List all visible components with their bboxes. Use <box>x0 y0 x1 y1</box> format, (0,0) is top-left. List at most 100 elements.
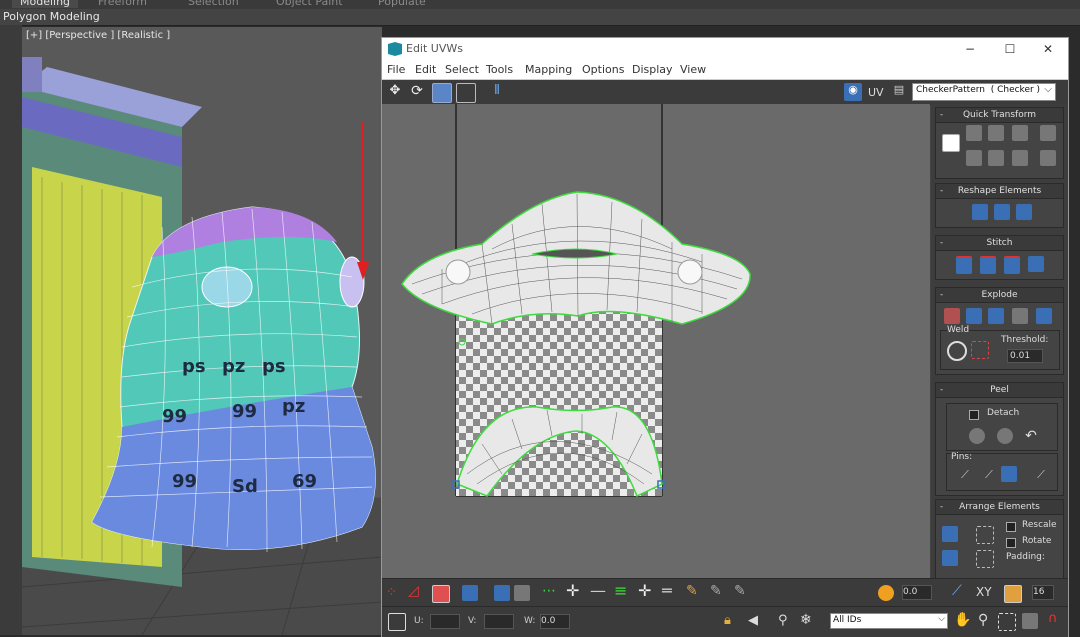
rotate-90-icon[interactable] <box>1012 150 1028 166</box>
weld-target-icon[interactable] <box>971 341 989 359</box>
rotate-tool-icon[interactable]: ⟳ <box>408 83 426 101</box>
paint-size-icon[interactable]: ✎ <box>734 583 746 599</box>
polygon-mode-icon[interactable] <box>432 585 450 603</box>
paint-select-icon[interactable]: ✎ <box>686 583 698 599</box>
falloff-type-icon[interactable]: ⟋ <box>952 583 962 599</box>
pack-together-icon[interactable] <box>942 550 958 566</box>
freeform-tool-icon[interactable] <box>456 83 476 103</box>
auto-pin-icon[interactable] <box>1001 466 1017 482</box>
material-id-dropdown[interactable]: All IDs ⌵ <box>830 613 948 629</box>
zoom-extents-icon[interactable] <box>1022 613 1038 629</box>
texture-dropdown[interactable]: CheckerPattern ( Checker ) ⌵ <box>912 83 1056 101</box>
absolute-mode-icon[interactable] <box>388 613 406 631</box>
explode-smoothing-icon[interactable] <box>944 308 960 324</box>
minimize-button[interactable]: − <box>962 41 978 57</box>
loop-icon[interactable]: ⋯ <box>542 583 556 599</box>
flatten-icon[interactable] <box>1012 308 1028 324</box>
edit-pins-icon[interactable]: ⟋ <box>957 468 973 484</box>
shrink-loop-icon[interactable]: — <box>590 581 606 600</box>
grid-snap-icon[interactable] <box>1004 585 1022 603</box>
texture-list-icon[interactable]: ▤ <box>890 83 908 101</box>
rollout-header[interactable]: - Peel <box>936 383 1063 398</box>
maximize-button[interactable]: ☐ <box>1002 41 1018 57</box>
rollout-header[interactable]: - Explode <box>936 288 1063 303</box>
close-button[interactable]: ✕ <box>1040 41 1056 57</box>
grid-size-field[interactable]: 16 <box>1032 585 1054 600</box>
threshold-spinner[interactable]: 0.01 <box>1007 349 1043 363</box>
rotate-checkbox[interactable] <box>1006 538 1016 548</box>
tab-object-paint[interactable]: Object Paint <box>276 0 343 8</box>
rollout-header[interactable]: - Quick Transform <box>936 108 1063 123</box>
shrink-select-icon[interactable] <box>514 585 530 601</box>
u-field[interactable] <box>430 614 460 629</box>
hide-icon[interactable]: ◀ <box>748 613 758 628</box>
relax-icon[interactable] <box>994 204 1010 220</box>
falloff-field[interactable]: 0.0 <box>902 585 932 600</box>
menu-tools[interactable]: Tools <box>486 63 513 76</box>
xy-label[interactable]: XY <box>976 585 992 599</box>
menu-select[interactable]: Select <box>445 63 479 76</box>
mirror-tool-icon[interactable]: ⫴ <box>488 83 506 101</box>
pan-hand-icon[interactable]: ✋ <box>954 612 971 628</box>
select-pins-icon[interactable]: ⟋ <box>1033 468 1049 484</box>
menu-edit[interactable]: Edit <box>415 63 436 76</box>
menu-mapping[interactable]: Mapping <box>525 63 572 76</box>
show-map-icon[interactable]: ◉ <box>844 83 862 101</box>
ring-icon[interactable]: ≡ <box>614 581 627 600</box>
paint-deselect-icon[interactable]: ✎ <box>710 583 722 599</box>
peel-mode-icon[interactable] <box>997 428 1013 444</box>
scale-tool-icon[interactable] <box>432 83 452 103</box>
stitch-custom-icon[interactable] <box>956 256 972 274</box>
rollout-header[interactable]: - Reshape Elements <box>936 184 1063 199</box>
uv-editor-canvas[interactable] <box>382 104 930 578</box>
tab-modeling[interactable]: Modeling <box>12 0 79 8</box>
quick-peel-icon[interactable] <box>969 428 985 444</box>
shrink-ring-icon[interactable]: ═ <box>662 581 672 600</box>
uvw-title-bar[interactable]: Edit UVWs − ☐ ✕ <box>382 38 1068 60</box>
menu-display[interactable]: Display <box>632 63 673 76</box>
group-select-icon[interactable] <box>976 550 994 568</box>
menu-file[interactable]: File <box>387 63 405 76</box>
tab-selection[interactable]: Selection <box>188 0 239 8</box>
pin-icon[interactable]: ⚲ <box>778 613 788 628</box>
space-horizontal-icon[interactable] <box>1040 125 1056 141</box>
pack-custom-icon[interactable] <box>976 526 994 544</box>
zoom-region-icon[interactable] <box>998 613 1016 631</box>
align-horizontal-icon[interactable] <box>966 125 982 141</box>
menu-options[interactable]: Options <box>582 63 624 76</box>
space-vertical-icon[interactable] <box>1040 150 1056 166</box>
lock-icon[interactable]: 🔒︎ <box>724 613 731 628</box>
soft-select-icon[interactable] <box>878 585 894 601</box>
reset-peel-icon[interactable]: ↶ <box>1023 428 1039 444</box>
tab-freeform[interactable]: Freeform <box>98 0 147 8</box>
move-tool-icon[interactable]: ✥ <box>386 83 404 101</box>
uv-label[interactable]: UV <box>868 86 884 99</box>
stitch-source-icon[interactable] <box>980 256 996 274</box>
element-mode-icon[interactable] <box>462 585 478 601</box>
v-field[interactable] <box>484 614 514 629</box>
vertex-mode-icon[interactable]: ⁘ <box>386 585 397 600</box>
rotate-cw-icon[interactable] <box>1012 125 1028 141</box>
delete-pins-icon[interactable]: ⟋ <box>981 468 997 484</box>
snap-icon[interactable]: ∩ <box>1048 611 1058 626</box>
w-field[interactable]: 0.0 <box>540 614 570 629</box>
weld-selected-icon[interactable] <box>947 341 967 361</box>
stitch-target-icon[interactable] <box>1028 256 1044 272</box>
polygon-modeling-bar[interactable]: Polygon Modeling <box>0 9 1080 26</box>
pack-normalize-icon[interactable] <box>942 526 958 542</box>
zoom-icon[interactable]: ⚲ <box>978 612 988 628</box>
rotate-ccw-icon[interactable] <box>988 125 1004 141</box>
align-vertical-icon[interactable] <box>966 150 982 166</box>
tab-populate[interactable]: Populate <box>378 0 426 8</box>
freeze-icon[interactable]: ❄ <box>800 612 812 628</box>
rollout-header[interactable]: - Arrange Elements <box>936 500 1063 515</box>
explode-all-icon[interactable] <box>1036 308 1052 324</box>
grow-ring-icon[interactable]: ✛ <box>638 581 651 600</box>
straighten-selection-icon[interactable] <box>972 204 988 220</box>
rescale-checkbox[interactable] <box>1006 522 1016 532</box>
straighten-icon[interactable] <box>988 150 1004 166</box>
detach-edge-icon[interactable] <box>988 308 1004 324</box>
grow-loop-icon[interactable]: ✛ <box>566 581 579 600</box>
perspective-viewport[interactable]: ps pz ps 99 99 pz 99 Sd 69 [+] [Perspective ] … <box>22 27 382 635</box>
menu-view[interactable]: View <box>680 63 706 76</box>
